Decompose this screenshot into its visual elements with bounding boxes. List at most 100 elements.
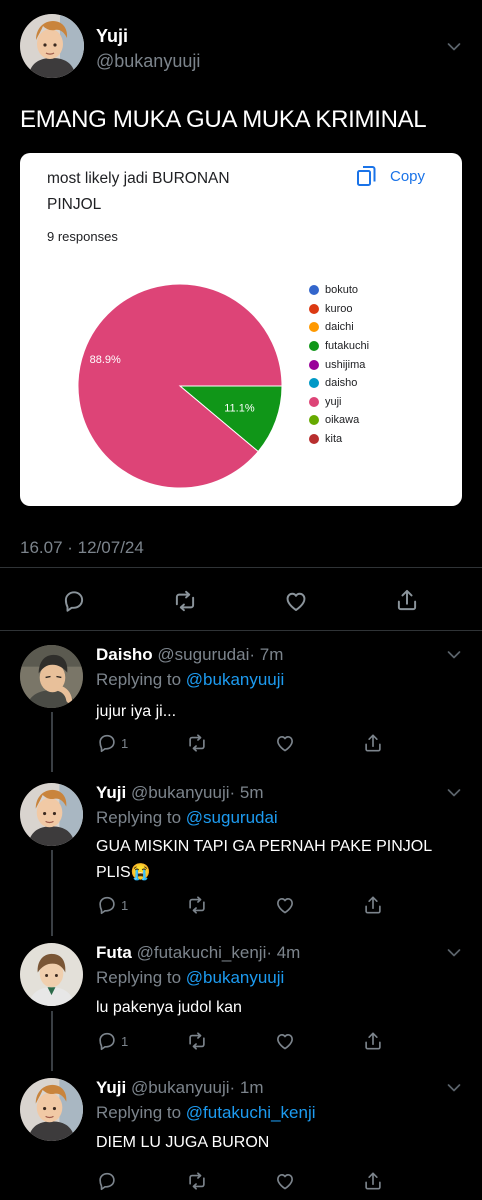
replying-to: Replying to @bukanyuuji bbox=[96, 670, 284, 690]
avatar[interactable] bbox=[20, 645, 83, 708]
legend-swatch bbox=[309, 415, 319, 426]
copy-button[interactable]: Copy bbox=[354, 163, 425, 189]
slice-label-yuji: 88.9% bbox=[90, 354, 121, 366]
author-name[interactable]: Yuji bbox=[96, 1078, 126, 1097]
legend-label: ushijima bbox=[325, 358, 366, 371]
poll-result-card: most likely jadi BURONAN PINJOL Copy 9 r… bbox=[20, 153, 462, 506]
reply-time: · 5m bbox=[229, 783, 264, 802]
author-handle[interactable]: @futakuchi_kenji bbox=[137, 943, 267, 962]
retweet-icon[interactable] bbox=[186, 732, 208, 754]
reply-count: 1 bbox=[121, 1033, 129, 1049]
reply-icon[interactable] bbox=[61, 588, 87, 614]
chevron-down-icon[interactable] bbox=[447, 1083, 461, 1093]
reply-button[interactable]: 1 bbox=[96, 894, 128, 916]
retweet-icon[interactable] bbox=[186, 894, 208, 916]
responses-count: 9 responses bbox=[47, 229, 118, 244]
legend-swatch bbox=[309, 396, 319, 407]
reply-header: Yuji @bukanyuuji· 1m bbox=[96, 1078, 264, 1098]
legend-item-oikawa: oikawa bbox=[309, 411, 369, 430]
reply-icon bbox=[96, 894, 118, 916]
heart-icon[interactable] bbox=[274, 894, 296, 916]
chart-legend: bokuto kuroo daichi futakuchi ushijima daisho… bbox=[309, 281, 369, 448]
legend-label: yuji bbox=[325, 395, 342, 408]
tweet-timestamp: 16.07 · 12/07/24 bbox=[20, 538, 144, 557]
reply-icon bbox=[96, 732, 118, 754]
reply-time: · 4m bbox=[266, 943, 301, 962]
retweet-icon[interactable] bbox=[186, 1030, 208, 1052]
legend-label: kita bbox=[325, 433, 343, 446]
share-icon[interactable] bbox=[362, 1170, 384, 1192]
legend-swatch bbox=[309, 285, 319, 296]
reply-tweet[interactable]: Futa @futakuchi_kenji· 4m Replying to @b… bbox=[0, 943, 482, 1058]
divider bbox=[0, 630, 482, 631]
pie-chart: 11.1% 88.9% bbox=[77, 283, 283, 489]
reply-header: Yuji @bukanyuuji· 5m bbox=[96, 783, 264, 803]
mention-link[interactable]: @futakuchi_kenji bbox=[186, 1103, 316, 1122]
reply-tweet[interactable]: Daisho @sugurudai· 7m Replying to @bukan… bbox=[0, 645, 482, 760]
share-icon[interactable] bbox=[362, 732, 384, 754]
retweet-icon[interactable] bbox=[172, 588, 198, 614]
legend-swatch bbox=[309, 341, 319, 352]
replying-to-label: Replying to bbox=[96, 968, 186, 987]
legend-item-yuji: yuji bbox=[309, 393, 369, 412]
author-name[interactable]: Futa bbox=[96, 943, 132, 962]
replying-to-label: Replying to bbox=[96, 1103, 186, 1122]
replying-to-label: Replying to bbox=[96, 808, 186, 827]
reply-button[interactable]: 1 bbox=[96, 732, 128, 754]
reply-actions: 1 bbox=[96, 732, 396, 754]
legend-item-futakuchi: futakuchi bbox=[309, 337, 369, 356]
legend-label: bokuto bbox=[325, 284, 359, 297]
avatar[interactable] bbox=[20, 14, 84, 78]
legend-label: daisho bbox=[325, 377, 358, 390]
reply-time: · 1m bbox=[229, 1078, 264, 1097]
legend-label: oikawa bbox=[325, 414, 360, 427]
mention-link[interactable]: @sugurudai bbox=[186, 808, 278, 827]
replying-to: Replying to @futakuchi_kenji bbox=[96, 1103, 316, 1123]
avatar[interactable] bbox=[20, 943, 83, 1006]
mention-link[interactable]: @bukanyuuji bbox=[186, 670, 285, 689]
chevron-down-icon[interactable] bbox=[447, 788, 461, 798]
legend-item-kita: kita bbox=[309, 430, 369, 449]
reply-time: · 7m bbox=[249, 645, 284, 664]
heart-icon[interactable] bbox=[274, 1170, 296, 1192]
share-icon[interactable] bbox=[362, 894, 384, 916]
heart-icon[interactable] bbox=[274, 732, 296, 754]
tweet-text: EMANG MUKA GUA MUKA KRIMINAL bbox=[20, 106, 427, 133]
retweet-icon[interactable] bbox=[186, 1170, 208, 1192]
reply-icon bbox=[96, 1030, 118, 1052]
chevron-down-icon[interactable] bbox=[447, 650, 461, 660]
avatar[interactable] bbox=[20, 783, 83, 846]
avatar-image bbox=[20, 14, 84, 78]
author-handle[interactable]: @bukanyuuji bbox=[96, 51, 200, 72]
reply-header: Futa @futakuchi_kenji· 4m bbox=[96, 943, 300, 963]
author-handle[interactable]: @bukanyuuji bbox=[131, 783, 230, 802]
heart-icon[interactable] bbox=[283, 588, 309, 614]
author-name[interactable]: Yuji bbox=[96, 783, 126, 802]
share-icon[interactable] bbox=[362, 1030, 384, 1052]
legend-item-bokuto: bokuto bbox=[309, 281, 369, 300]
reply-tweet[interactable]: Yuji @bukanyuuji· 5m Replying to @suguru… bbox=[0, 783, 482, 923]
author-handle[interactable]: @sugurudai bbox=[157, 645, 249, 664]
author-handle[interactable]: @bukanyuuji bbox=[131, 1078, 230, 1097]
chevron-down-icon[interactable] bbox=[447, 42, 461, 52]
avatar-image bbox=[20, 645, 83, 708]
chevron-down-icon[interactable] bbox=[447, 948, 461, 958]
reply-actions: 1 bbox=[96, 1030, 396, 1052]
replying-to: Replying to @sugurudai bbox=[96, 808, 278, 828]
heart-icon[interactable] bbox=[274, 1030, 296, 1052]
legend-label: kuroo bbox=[325, 302, 353, 315]
reply-button[interactable]: 1 bbox=[96, 1030, 128, 1052]
legend-item-ushijima: ushijima bbox=[309, 355, 369, 374]
mention-link[interactable]: @bukanyuuji bbox=[186, 968, 285, 987]
reply-actions bbox=[96, 1170, 396, 1192]
avatar[interactable] bbox=[20, 1078, 83, 1141]
reply-tweet[interactable]: Yuji @bukanyuuji· 1m Replying to @futaku… bbox=[0, 1078, 482, 1193]
poll-title: most likely jadi BURONAN PINJOL bbox=[47, 170, 230, 213]
reply-count: 1 bbox=[121, 735, 129, 751]
author-name[interactable]: Daisho bbox=[96, 645, 153, 664]
share-icon[interactable] bbox=[394, 587, 420, 613]
legend-swatch bbox=[309, 359, 319, 370]
reply-text: GUA MISKIN TAPI GA PERNAH PAKE PINJOL PL… bbox=[96, 838, 432, 881]
reply-button[interactable] bbox=[96, 1170, 121, 1192]
author-name[interactable]: Yuji bbox=[96, 26, 128, 47]
